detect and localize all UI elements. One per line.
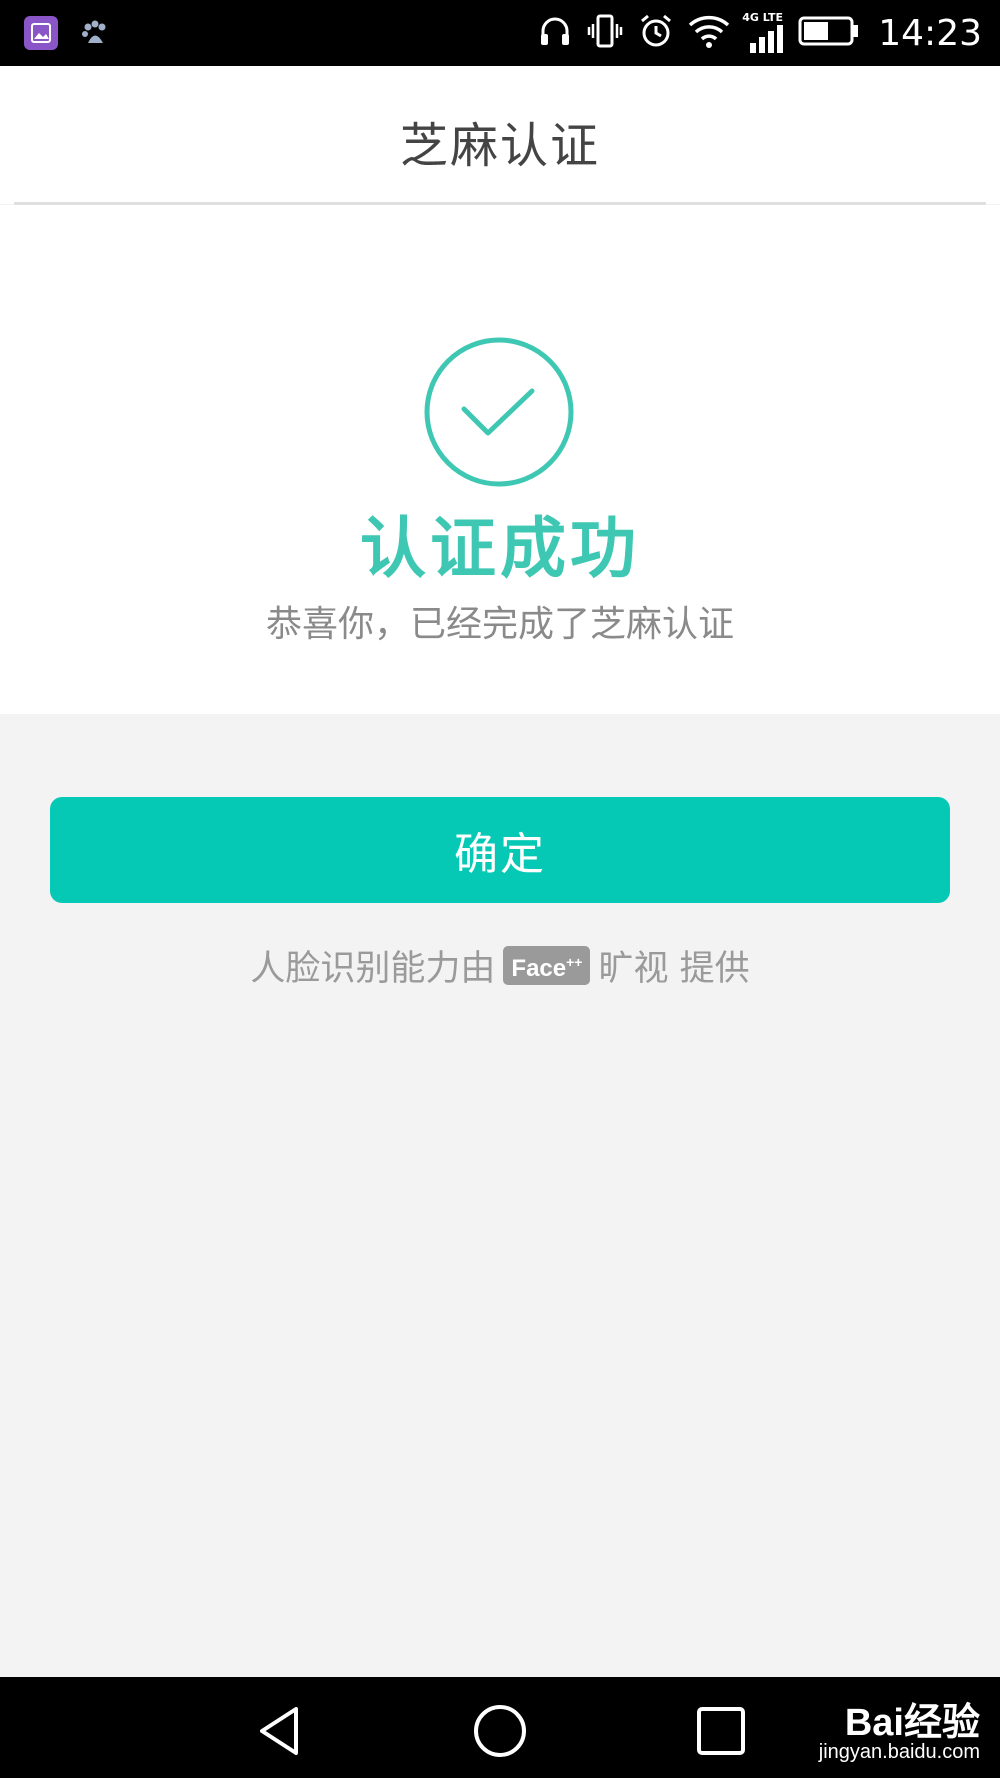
face-logo-text: Face (511, 955, 567, 982)
confirm-button[interactable]: 确定 (50, 797, 950, 903)
clock: 14:23 (878, 12, 982, 54)
signal-icon: 4G LTE (742, 11, 784, 55)
wifi-icon (688, 13, 730, 53)
baidu-app-icon (78, 16, 112, 50)
home-icon[interactable] (472, 1703, 528, 1759)
provider-line: 人脸识别能力由 Face++ 旷视 提供 (0, 940, 1000, 991)
battery-icon (798, 14, 860, 52)
provider-suffix: 旷视 提供 (598, 949, 750, 989)
watermark: Bai经验 jingyan.baidu.com (790, 1691, 980, 1771)
header: 芝麻认证 (0, 66, 1000, 204)
alarm-icon (638, 13, 674, 53)
status-bar: 4G LTE 14:23 (0, 0, 1000, 66)
check-circle-icon (424, 337, 574, 487)
recents-icon[interactable] (693, 1703, 749, 1759)
faceplusplus-logo: Face++ (503, 946, 591, 985)
gallery-app-icon (24, 16, 58, 50)
watermark-brand: Bai经验 (844, 1702, 980, 1744)
provider-prefix: 人脸识别能力由 (250, 949, 496, 989)
face-logo-sup: ++ (566, 954, 583, 970)
success-panel: 认证成功 恭喜你，已经完成了芝麻认证 (0, 205, 1000, 714)
back-icon[interactable] (252, 1703, 308, 1759)
vibrate-icon (586, 12, 624, 54)
watermark-url: jingyan.baidu.com (818, 1741, 980, 1763)
success-subtitle: 恭喜你，已经完成了芝麻认证 (265, 604, 734, 645)
nav-bar: Bai经验 jingyan.baidu.com (0, 1677, 1000, 1778)
success-title: 认证成功 (360, 510, 640, 587)
headphones-icon (538, 14, 572, 52)
page-title: 芝麻认证 (399, 118, 600, 174)
